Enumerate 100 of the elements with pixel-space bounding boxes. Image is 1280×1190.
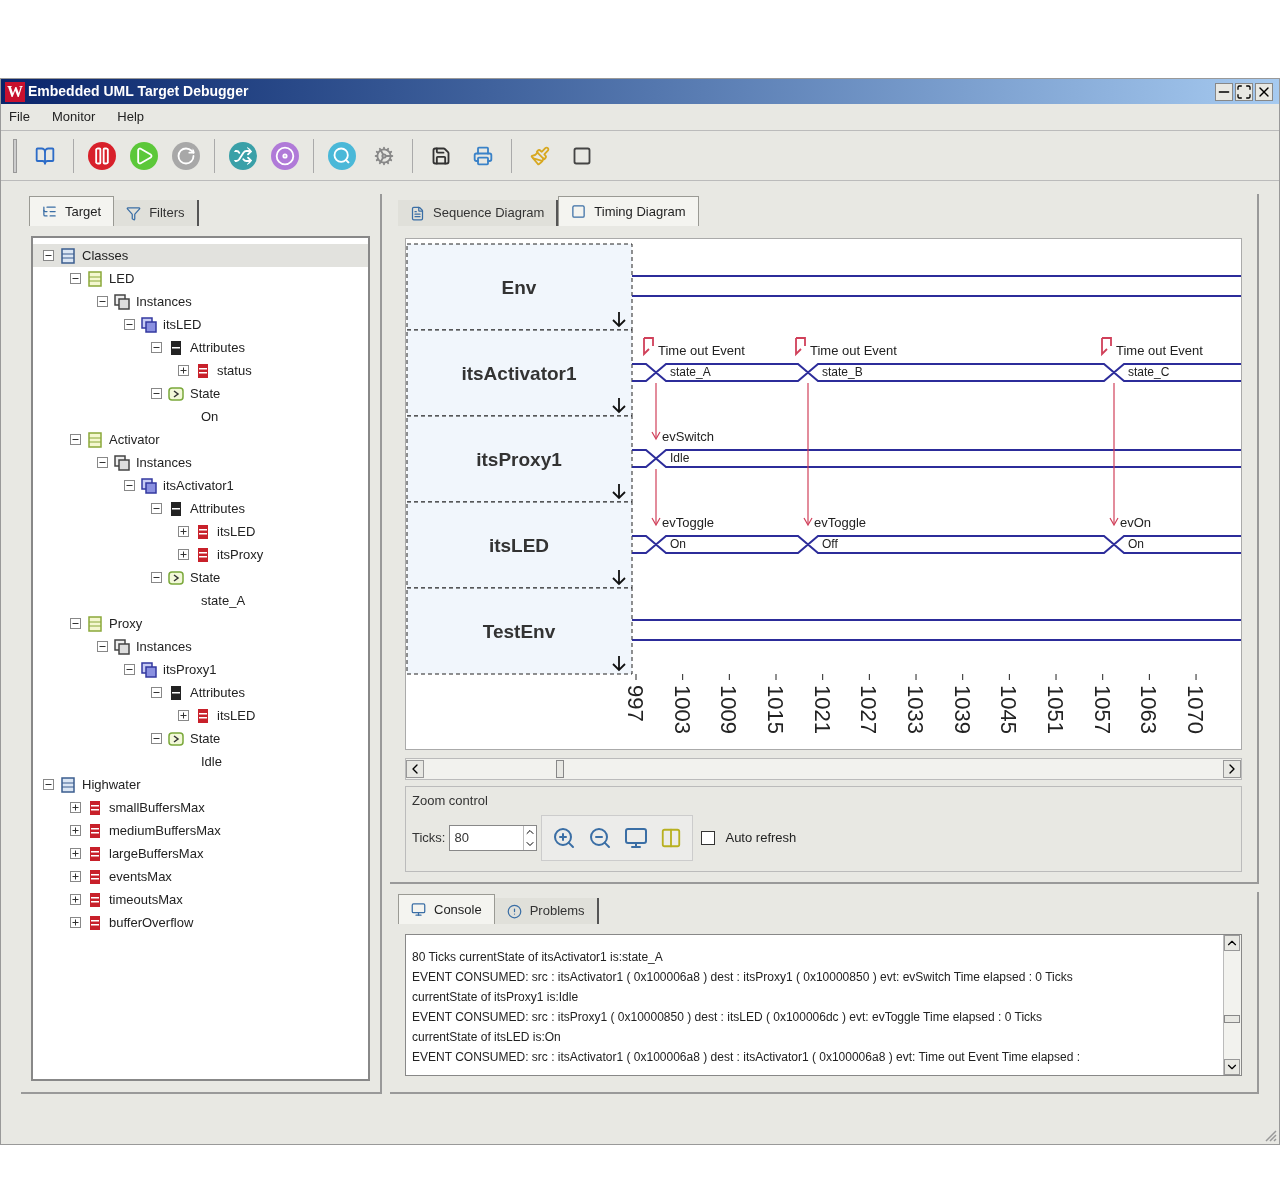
scroll-left-icon[interactable] [406, 760, 424, 778]
tree-row[interactable]: itsActivator1 [33, 474, 368, 497]
tree-row[interactable]: itsProxy [33, 543, 368, 566]
state-icon [168, 730, 184, 747]
zoom-out-icon[interactable] [588, 825, 613, 850]
tick-label: 997 [623, 685, 648, 722]
tree-row[interactable]: Activator [33, 428, 368, 451]
collapse-icon[interactable] [43, 779, 54, 790]
collapse-icon[interactable] [124, 664, 135, 675]
pause-icon[interactable] [88, 141, 116, 170]
ticks-label: Ticks: [412, 828, 446, 847]
table-icon [87, 914, 103, 931]
tree-row[interactable]: State [33, 727, 368, 750]
expand-icon[interactable] [178, 549, 189, 560]
tab[interactable]: Sequence Diagram [398, 200, 559, 226]
expand-icon[interactable] [178, 365, 189, 376]
tab[interactable]: Problems [494, 898, 599, 924]
tree-item-label: itsActivator1 [163, 476, 234, 495]
tree-row[interactable]: State [33, 566, 368, 589]
scroll-up-icon[interactable] [1224, 935, 1240, 951]
tree-row[interactable]: Idle [33, 750, 368, 773]
tree-row[interactable]: On [33, 405, 368, 428]
collapse-icon[interactable] [151, 687, 162, 698]
tree-row[interactable]: Proxy [33, 612, 368, 635]
collapse-icon[interactable] [151, 503, 162, 514]
menu-item[interactable]: Help [117, 107, 145, 127]
tree-row[interactable]: mediumBuffersMax [33, 819, 368, 842]
collapse-icon[interactable] [70, 273, 81, 284]
expand-icon[interactable] [70, 825, 81, 836]
tree-row[interactable]: itsLED [33, 520, 368, 543]
collapse-icon[interactable] [124, 319, 135, 330]
tree-row[interactable]: Instances [33, 451, 368, 474]
state-label: On [670, 536, 686, 551]
collapse-icon[interactable] [151, 733, 162, 744]
tree-row[interactable]: smallBuffersMax [33, 796, 368, 819]
scroll-down-icon[interactable] [1224, 1059, 1240, 1075]
collapse-icon[interactable] [97, 296, 108, 307]
tree-row[interactable]: Classes [33, 244, 368, 267]
scroll-thumb[interactable] [556, 760, 564, 778]
tab[interactable]: Console [398, 894, 495, 924]
close-icon[interactable] [1255, 82, 1273, 101]
event-label: evToggle [814, 515, 867, 530]
tree-row[interactable]: eventsMax [33, 865, 368, 888]
collapse-icon[interactable] [151, 388, 162, 399]
down-arrow-icon [612, 397, 626, 414]
collapse-icon[interactable] [97, 641, 108, 652]
auto-refresh-checkbox[interactable] [701, 830, 716, 845]
tree-row[interactable]: LED [33, 267, 368, 290]
menu-item[interactable]: Monitor [51, 107, 96, 127]
tab[interactable]: Target [29, 196, 115, 226]
collapse-icon[interactable] [70, 618, 81, 629]
tree-row[interactable]: bufferOverflow [33, 911, 368, 934]
tick-label: 1027 [856, 685, 882, 734]
shuffle-icon[interactable] [229, 141, 257, 170]
menu-item[interactable]: File [9, 107, 30, 127]
expand-icon[interactable] [70, 917, 81, 928]
scroll-right-icon[interactable] [1223, 760, 1241, 778]
horizontal-scrollbar[interactable] [405, 758, 1242, 780]
tree-row[interactable]: State [33, 382, 368, 405]
tree-row[interactable]: Attributes [33, 497, 368, 520]
expand-icon[interactable] [178, 526, 189, 537]
tree-row[interactable]: Highwater [33, 773, 368, 796]
table-icon [87, 868, 103, 885]
vertical-scrollbar[interactable] [1223, 935, 1241, 1075]
state-icon [168, 385, 184, 402]
tree-row[interactable]: itsLED [33, 704, 368, 727]
collapse-icon[interactable] [97, 457, 108, 468]
collapse-icon[interactable] [151, 572, 162, 583]
expand-icon[interactable] [70, 894, 81, 905]
expand-icon[interactable] [70, 871, 81, 882]
fit-view-icon[interactable] [624, 825, 649, 850]
expand-icon[interactable] [70, 848, 81, 859]
tree-row[interactable]: Instances [33, 290, 368, 313]
tab[interactable]: Timing Diagram [558, 196, 699, 226]
ticks-spinner[interactable]: 80 [449, 824, 538, 851]
tree-row[interactable]: status [33, 359, 368, 382]
resize-grip-icon[interactable] [1263, 1128, 1277, 1142]
record-icon[interactable] [271, 141, 299, 170]
tree-row[interactable]: state_A [33, 589, 368, 612]
tree-row[interactable]: itsLED [33, 313, 368, 336]
tree-row[interactable]: Instances [33, 635, 368, 658]
scroll-thumb[interactable] [1224, 1015, 1240, 1023]
collapse-icon[interactable] [70, 434, 81, 445]
tree-row[interactable]: Attributes [33, 681, 368, 704]
tree-row[interactable]: Attributes [33, 336, 368, 359]
tab[interactable]: Filters [114, 200, 199, 226]
collapse-icon[interactable] [43, 250, 54, 261]
maximize-icon[interactable] [1235, 82, 1253, 101]
expand-icon[interactable] [178, 710, 189, 721]
collapse-icon[interactable] [151, 342, 162, 353]
table-icon [195, 546, 211, 563]
tick-label: 1033 [903, 685, 928, 734]
minimize-icon[interactable] [1215, 82, 1233, 101]
collapse-icon[interactable] [124, 480, 135, 491]
expand-icon[interactable] [70, 802, 81, 813]
tree-row[interactable]: itsProxy1 [33, 658, 368, 681]
tree-row[interactable]: timeoutsMax [33, 888, 368, 911]
document-icon [410, 205, 425, 221]
zoom-in-icon[interactable] [552, 825, 577, 850]
tree-row[interactable]: largeBuffersMax [33, 842, 368, 865]
